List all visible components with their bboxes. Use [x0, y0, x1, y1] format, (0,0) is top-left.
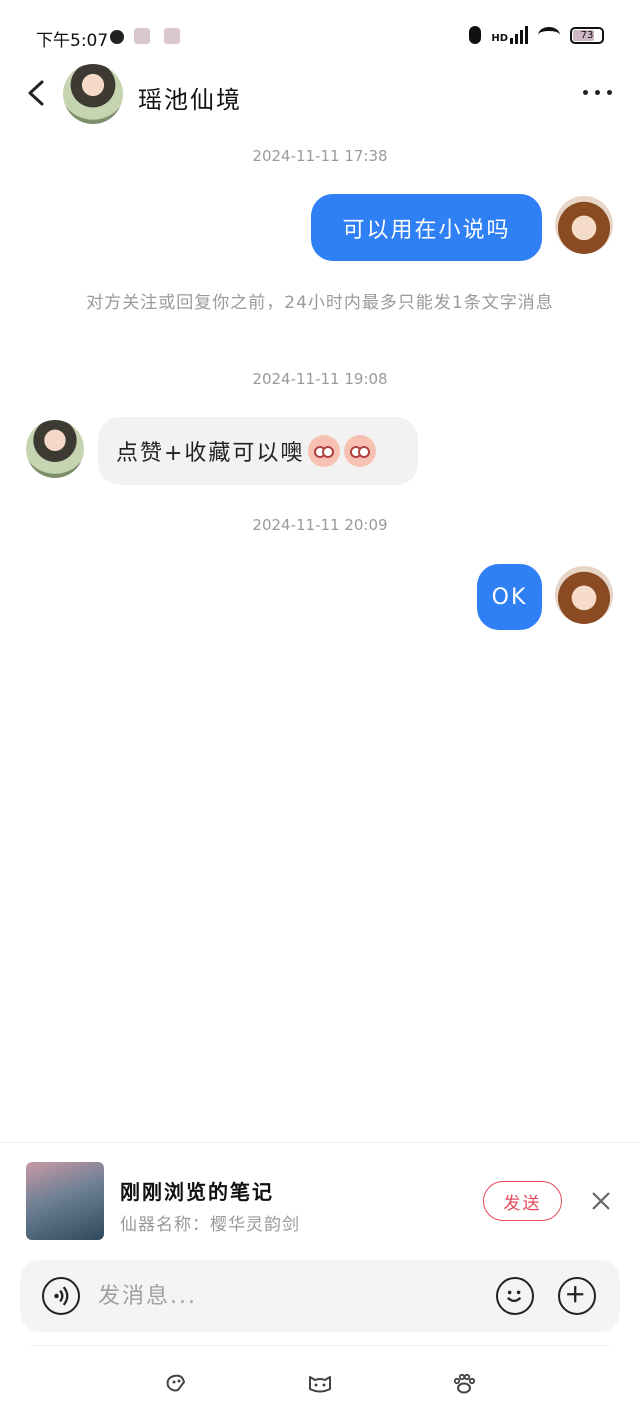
signal-icon: HD	[491, 26, 528, 44]
message-timestamp: 2024-11-11 17:38	[252, 147, 388, 165]
sent-message-bubble[interactable]: 可以用在小说吗	[311, 194, 542, 261]
my-avatar[interactable]	[555, 196, 613, 254]
plus-icon[interactable]	[558, 1277, 596, 1315]
divider	[0, 1142, 640, 1143]
contact-name[interactable]: 瑶池仙境	[138, 80, 242, 115]
peach-emoji-icon	[308, 435, 341, 467]
battery-icon: 73	[570, 26, 604, 44]
status-time: 下午5:07	[36, 31, 109, 51]
status-bar: 下午5:07 HD 73	[0, 0, 640, 60]
paw-icon[interactable]	[452, 1372, 476, 1394]
my-avatar[interactable]	[555, 566, 613, 624]
app-notification-icon	[134, 28, 150, 44]
voice-icon[interactable]	[42, 1277, 80, 1315]
divider	[30, 1345, 610, 1346]
emoji-icon[interactable]	[496, 1277, 534, 1315]
sticker-icon[interactable]	[164, 1372, 188, 1394]
sent-message-bubble[interactable]: OK	[477, 564, 542, 630]
chat-header: 瑶池仙境	[0, 60, 640, 130]
more-options-icon[interactable]	[583, 90, 612, 95]
message-text: 可以用在小说吗	[342, 217, 511, 243]
message-text: OK	[491, 584, 528, 610]
notification-icon	[110, 30, 124, 44]
back-arrow-icon[interactable]	[24, 78, 54, 108]
battery-level: 73	[580, 29, 594, 41]
status-indicators: HD 73	[469, 26, 604, 44]
app-notification-icon	[164, 28, 180, 44]
contact-avatar[interactable]	[26, 420, 84, 478]
bluetooth-icon	[469, 26, 482, 44]
message-input[interactable]	[98, 1280, 478, 1312]
note-thumbnail[interactable]	[26, 1162, 104, 1240]
message-timestamp: 2024-11-11 20:09	[252, 516, 388, 534]
peach-emoji-icon	[344, 435, 377, 467]
cat-face-icon[interactable]	[307, 1372, 333, 1394]
system-notice: 对方关注或回复你之前，24小时内最多只能发1条文字消息	[86, 293, 554, 313]
note-card-subtitle: 仙器名称：樱华灵韵剑	[120, 1215, 300, 1235]
send-note-button[interactable]: 发送	[483, 1181, 562, 1221]
network-label: HD	[491, 33, 508, 44]
message-composer	[20, 1260, 620, 1332]
message-timestamp: 2024-11-11 19:08	[252, 370, 388, 388]
contact-avatar[interactable]	[63, 64, 123, 124]
note-card-title: 刚刚浏览的笔记	[120, 1180, 274, 1204]
message-text: 点赞+收藏可以噢	[116, 441, 305, 466]
received-message-bubble[interactable]: 点赞+收藏可以噢	[98, 417, 418, 485]
close-icon[interactable]	[589, 1189, 613, 1213]
wifi-icon	[538, 27, 560, 43]
